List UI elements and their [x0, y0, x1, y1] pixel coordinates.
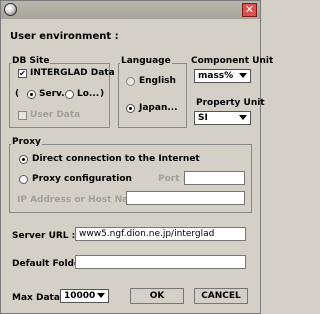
chevron-down-icon: [239, 115, 247, 120]
interglad-data-label: INTERGLAD Data: [30, 68, 115, 78]
direct-connection-radio[interactable]: [19, 155, 28, 164]
paren-close: ): [100, 89, 105, 99]
page-title: User environment :: [10, 31, 119, 42]
language-title: Language: [120, 56, 172, 66]
japanese-radio-label: Japan...: [139, 103, 178, 113]
local-radio[interactable]: [65, 90, 74, 99]
cancel-button[interactable]: CANCEL: [194, 288, 248, 304]
title-bar: ✕: [1, 1, 260, 19]
english-radio[interactable]: [126, 77, 135, 86]
japanese-radio[interactable]: [126, 104, 135, 113]
server-url-input[interactable]: www5.ngf.dion.ne.jp/interglad: [75, 227, 246, 241]
language-group: [118, 63, 187, 128]
close-button[interactable]: ✕: [242, 3, 257, 17]
proxy-title: Proxy: [11, 137, 42, 147]
port-input[interactable]: [184, 171, 245, 185]
chevron-down-icon: [97, 293, 105, 298]
interglad-data-checkbox[interactable]: ✔: [18, 69, 27, 78]
max-data-select[interactable]: 10000: [60, 289, 109, 303]
property-unit-value: SI: [198, 113, 208, 123]
user-data-checkbox[interactable]: [18, 111, 27, 120]
default-folder-input[interactable]: [75, 255, 246, 269]
chevron-down-icon: [239, 73, 247, 78]
max-data-label: Max Data :: [12, 293, 67, 303]
component-unit-title: Component Unit: [191, 56, 274, 66]
server-radio[interactable]: [27, 90, 36, 99]
db-site-title: DB Site: [11, 56, 51, 66]
port-label: Port :: [158, 174, 187, 184]
property-unit-select[interactable]: SI: [194, 111, 251, 125]
paren-open: (: [15, 89, 20, 99]
component-unit-select[interactable]: mass%: [194, 69, 251, 83]
user-data-label: User Data: [30, 110, 81, 120]
property-unit-title: Property Unit: [196, 98, 265, 108]
proxy-config-radio[interactable]: [19, 175, 28, 184]
max-data-value: 10000: [64, 291, 96, 301]
proxy-config-label: Proxy configuration: [32, 174, 132, 184]
direct-connection-label: Direct connection to the Internet: [32, 154, 200, 164]
local-radio-label: Lo...: [77, 89, 100, 99]
server-url-label: Server URL :: [12, 231, 76, 241]
ok-button[interactable]: OK: [130, 288, 184, 304]
english-radio-label: English: [139, 76, 176, 86]
dialog-window: ✕ User environment : DB Site ✔ INTERGLAD…: [0, 0, 273, 314]
close-icon: ✕: [244, 3, 255, 16]
app-icon: [4, 3, 17, 16]
component-unit-value: mass%: [198, 71, 234, 81]
host-input[interactable]: [126, 191, 245, 205]
